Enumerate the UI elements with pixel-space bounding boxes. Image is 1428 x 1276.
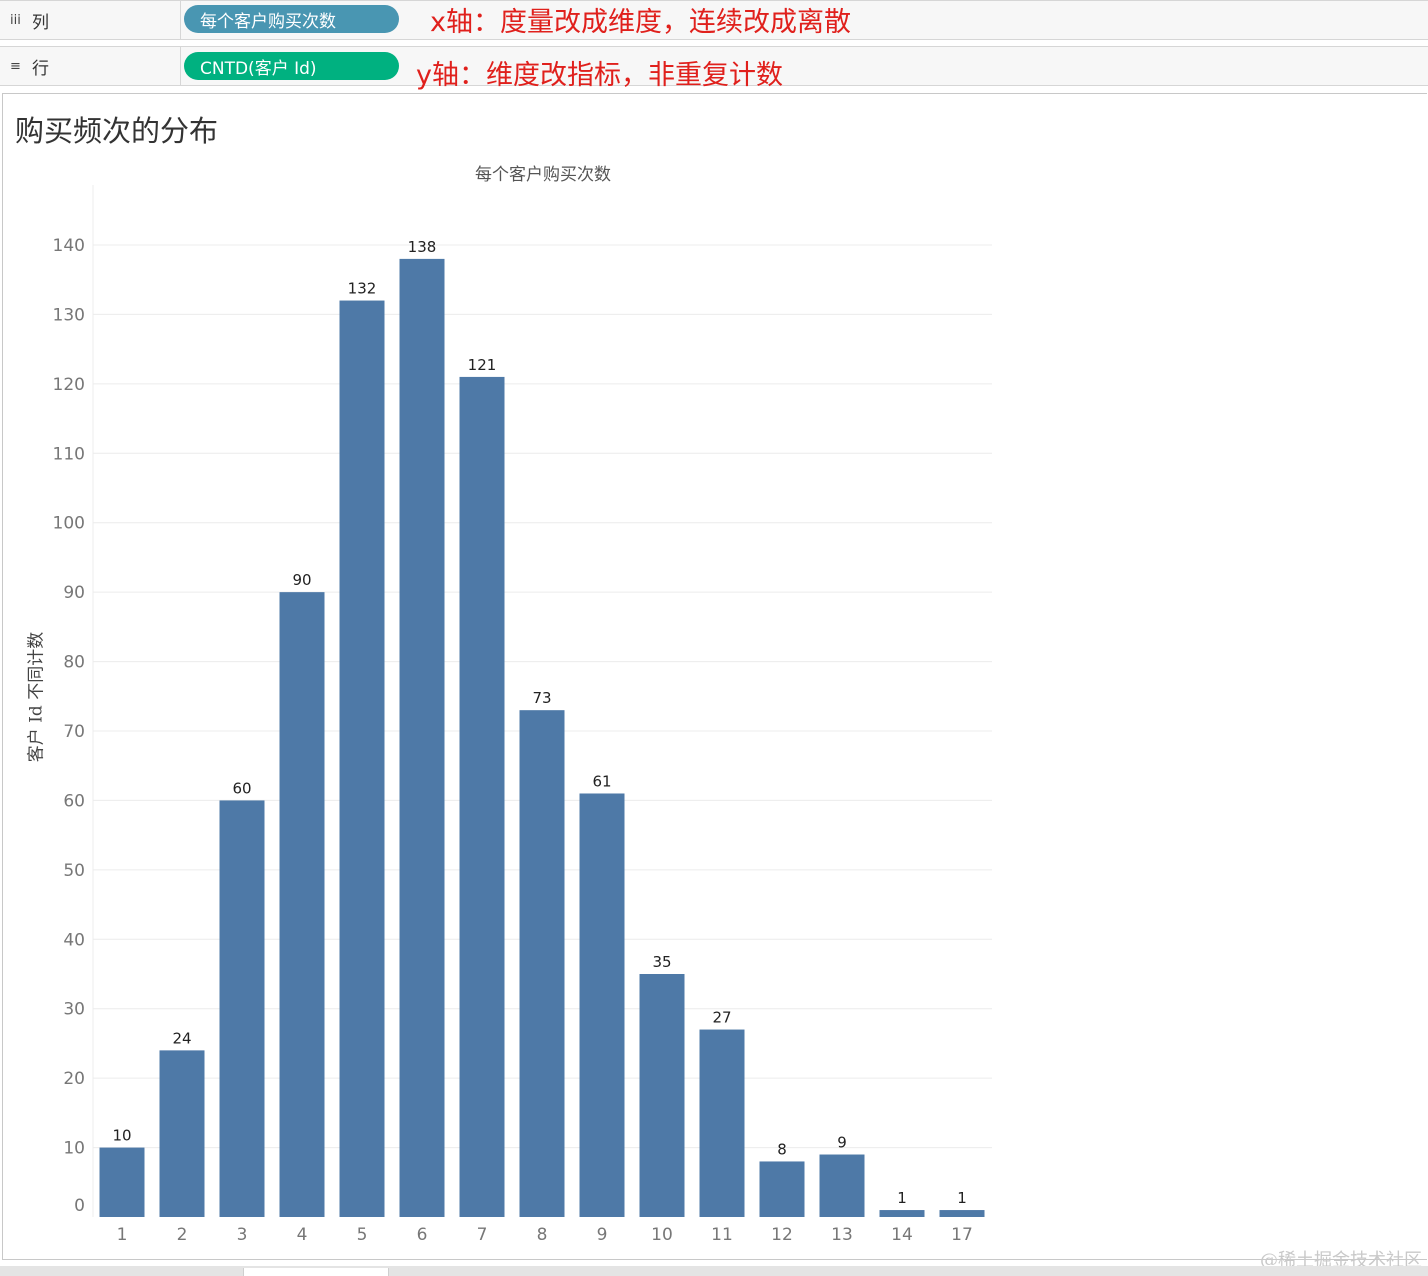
y-tick-label: 100 [53, 514, 85, 534]
x-tick-label: 17 [951, 1225, 973, 1245]
y-tick-label: 140 [53, 236, 85, 256]
y-tick-label: 120 [53, 375, 85, 395]
x-tick-label: 13 [831, 1225, 853, 1245]
x-tick-label: 6 [417, 1225, 428, 1245]
data-label: 1 [957, 1189, 967, 1207]
y-tick-label: 30 [63, 1000, 85, 1020]
x-tick-label: 14 [891, 1225, 913, 1245]
y-tick-label: 70 [63, 722, 85, 742]
y-tick-label: 60 [63, 791, 85, 811]
data-label: 132 [348, 280, 377, 298]
bar [579, 793, 625, 1217]
x-tick-label: 10 [651, 1225, 673, 1245]
y-tick-label: 50 [63, 861, 85, 881]
bar [339, 300, 385, 1217]
bar [279, 592, 325, 1217]
bar [939, 1210, 985, 1217]
y-tick-label: 130 [53, 305, 85, 325]
bar [519, 710, 565, 1217]
x-tick-label: 5 [357, 1225, 368, 1245]
data-label: 10 [112, 1127, 131, 1145]
x-tick-label: 3 [237, 1225, 248, 1245]
data-label: 35 [652, 953, 671, 971]
bar [219, 800, 265, 1217]
bar [819, 1154, 865, 1217]
y-tick-label: 10 [63, 1139, 85, 1159]
x-tick-label: 2 [177, 1225, 188, 1245]
y-tick-label: 90 [63, 583, 85, 603]
data-label: 8 [777, 1140, 787, 1158]
y-tick-label: 110 [53, 444, 85, 464]
x-tick-label: 8 [537, 1225, 548, 1245]
bar [159, 1050, 205, 1217]
bar [459, 376, 505, 1217]
data-label: 73 [532, 689, 551, 707]
data-label: 121 [468, 356, 497, 374]
x-tick-label: 11 [711, 1225, 733, 1245]
bar-chart: 0102030405060708090100110120130140101242… [53, 185, 992, 1245]
bar [699, 1029, 745, 1217]
bar [399, 258, 445, 1217]
bottom-tab[interactable] [243, 1268, 389, 1276]
x-tick-label: 1 [117, 1225, 128, 1245]
y-tick-label: 40 [63, 930, 85, 950]
data-label: 27 [712, 1009, 731, 1027]
bar [879, 1210, 925, 1217]
data-label: 61 [592, 772, 611, 790]
bottom-scrollbar[interactable] [0, 1266, 1428, 1276]
y-tick-label: 80 [63, 653, 85, 673]
data-label: 90 [292, 571, 311, 589]
y-tick-label: 20 [63, 1069, 85, 1089]
data-label: 138 [408, 238, 437, 256]
bar [99, 1147, 145, 1217]
y-tick-label: 0 [74, 1196, 85, 1216]
data-label: 24 [172, 1029, 191, 1047]
data-label: 9 [837, 1134, 847, 1152]
x-tick-label: 7 [477, 1225, 488, 1245]
bar [759, 1161, 805, 1217]
bar [639, 974, 685, 1217]
data-label: 1 [897, 1189, 907, 1207]
x-tick-label: 12 [771, 1225, 793, 1245]
data-label: 60 [232, 779, 251, 797]
x-tick-label: 4 [297, 1225, 308, 1245]
x-tick-label: 9 [597, 1225, 608, 1245]
